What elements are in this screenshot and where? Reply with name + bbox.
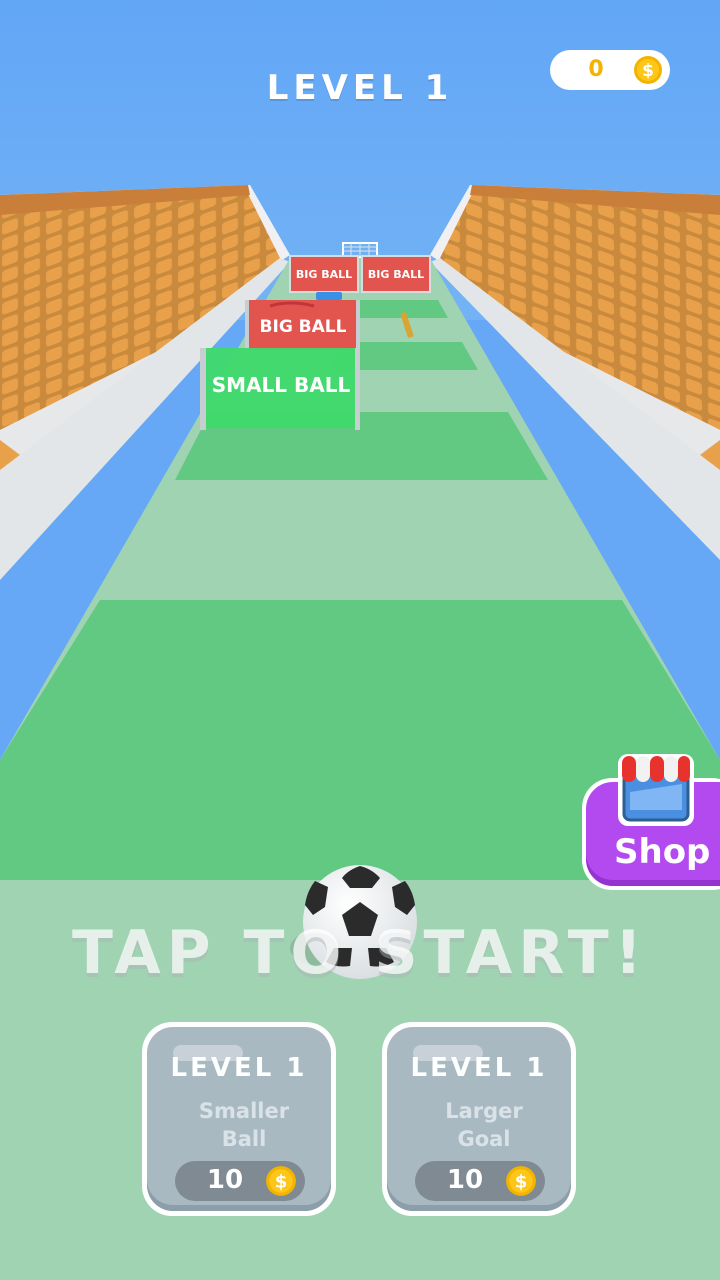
upgrade-name-line2: Goal: [457, 1127, 511, 1151]
gate-small-ball: SMALL BALL: [200, 348, 360, 430]
gate-big-ball-far-left: BIG BALL: [289, 255, 359, 293]
gate-label: BIG BALL: [296, 268, 352, 281]
game-scene[interactable]: BIG BALL BIG BALL BIG BALL SMALL BALL: [0, 0, 720, 1280]
dollar-coin-icon: $: [506, 1166, 536, 1196]
dollar-coin-icon: $: [634, 56, 662, 84]
gate-label: SMALL BALL: [212, 373, 351, 397]
upgrade-card-smaller-ball[interactable]: LEVEL 1 Smaller Ball 10 $: [142, 1022, 336, 1216]
price-pill[interactable]: 10 $: [175, 1161, 305, 1201]
storefront-icon: [618, 754, 694, 826]
price-pill[interactable]: 10 $: [415, 1161, 545, 1201]
tap-to-start-prompt[interactable]: TAP TO START!: [0, 918, 720, 988]
blue-marker: [316, 292, 342, 300]
upgrade-level: LEVEL 1: [170, 1053, 308, 1083]
upgrade-price: 10: [206, 1165, 244, 1195]
upgrade-name-line2: Ball: [221, 1127, 267, 1151]
upgrade-card-larger-goal[interactable]: LEVEL 1 Larger Goal 10 $: [382, 1022, 576, 1216]
gate-label: BIG BALL: [260, 317, 347, 337]
svg-text:$: $: [515, 1171, 528, 1192]
svg-text:$: $: [642, 61, 654, 81]
upgrade-name-line1: Larger: [445, 1099, 523, 1123]
upgrade-level: LEVEL 1: [410, 1053, 548, 1083]
upgrade-name: Larger Goal: [397, 1097, 571, 1153]
dollar-coin-icon: $: [266, 1166, 296, 1196]
coin-count: 0: [588, 57, 604, 82]
shop-label: Shop: [614, 832, 711, 872]
svg-text:$: $: [275, 1171, 288, 1192]
gate-big-ball-far-right: BIG BALL: [361, 255, 431, 293]
upgrade-name-line1: Smaller: [198, 1099, 290, 1123]
gate-big-ball-mid: BIG BALL: [245, 300, 360, 352]
upgrade-price: 10: [446, 1165, 484, 1195]
upgrade-name: Smaller Ball: [157, 1097, 331, 1153]
grass-stripe-far: [350, 300, 448, 318]
gate-label: BIG BALL: [368, 268, 424, 281]
